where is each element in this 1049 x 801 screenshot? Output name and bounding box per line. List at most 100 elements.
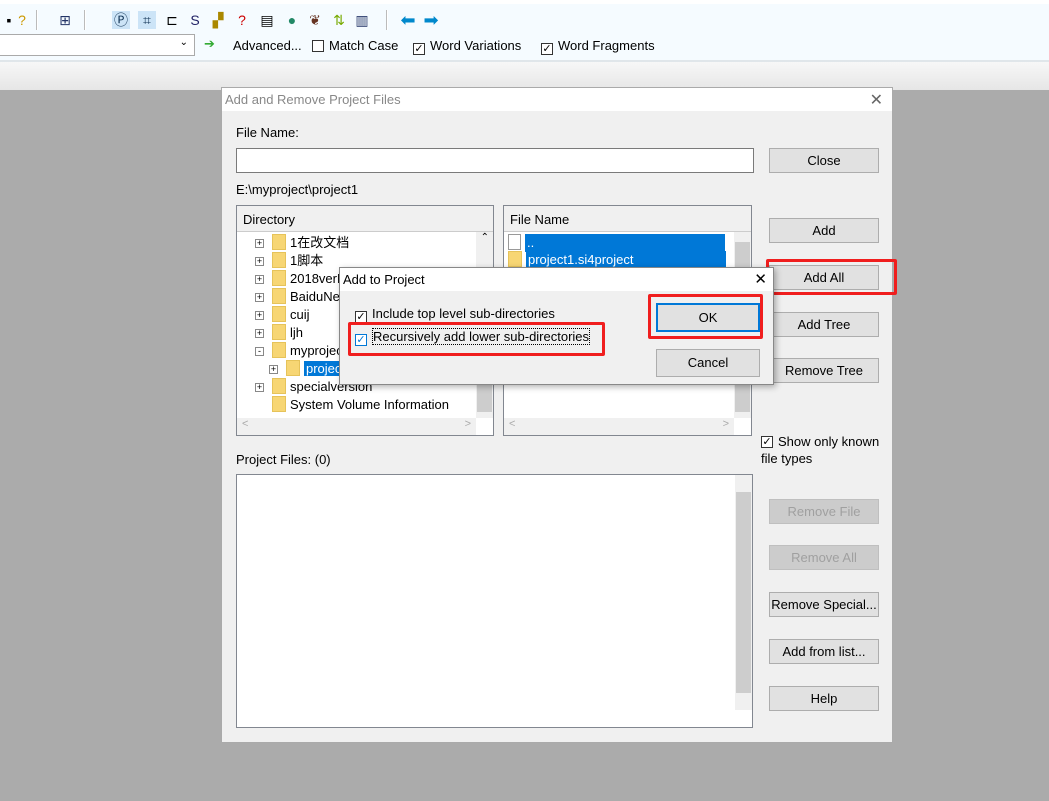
main-toolbar: ▪ ? ⊞ Ⓟ ⌗ ⊏ S ▞ ? ▤ ● ❦ ⇅ ▥ ⬅ ➡ xyxy=(0,0,1049,30)
close-button[interactable]: Close xyxy=(769,148,879,173)
tree-item-label: projec xyxy=(304,361,344,376)
expand-icon[interactable]: + xyxy=(255,383,264,392)
project-files-list[interactable] xyxy=(236,474,753,728)
globe-icon[interactable]: ● xyxy=(283,11,301,29)
tree-item[interactable]: +1脚本 xyxy=(255,252,323,270)
collapse-icon[interactable]: - xyxy=(255,347,264,356)
tree-item[interactable]: +2018verP xyxy=(255,270,346,288)
separator xyxy=(36,10,38,30)
file-icon xyxy=(508,234,521,250)
tree-item-label: 1在改文档 xyxy=(290,235,350,250)
forward-arrow-icon[interactable]: ➡ xyxy=(422,11,440,29)
tab-strip xyxy=(0,60,1049,90)
project-files-label: Project Files: (0) xyxy=(236,452,331,467)
tree-item-label: BaiduNet xyxy=(290,289,344,304)
folder-icon xyxy=(272,234,286,250)
tree-item[interactable]: System Volume Information xyxy=(255,396,449,414)
scrollbar-vertical[interactable] xyxy=(735,475,752,710)
dialog-titlebar: Add to Project ✕ xyxy=(340,268,773,291)
folder-icon xyxy=(272,378,286,394)
expand-icon[interactable]: + xyxy=(255,329,264,338)
source-icon[interactable]: S xyxy=(186,11,204,29)
remove-tree-button[interactable]: Remove Tree xyxy=(769,358,879,383)
folder-icon xyxy=(508,251,522,267)
project-icon[interactable]: Ⓟ xyxy=(112,11,130,29)
chevron-down-icon[interactable]: ⌄ xyxy=(180,37,188,48)
tree-item[interactable]: + projec xyxy=(269,360,344,378)
include-top-checkbox[interactable]: ✓ Include top level sub-directories xyxy=(355,306,555,323)
folder-icon xyxy=(272,288,286,304)
folder-icon xyxy=(272,306,286,322)
tree-item-label: System Volume Information xyxy=(290,397,449,412)
dialog-titlebar: Add and Remove Project Files ✕ xyxy=(222,88,892,111)
expand-icon[interactable]: + xyxy=(255,239,264,248)
show-known-types-checkbox[interactable]: ✓ Show only known file types xyxy=(761,433,891,467)
go-arrow-icon[interactable]: ➔ xyxy=(204,36,215,52)
folder-icon xyxy=(272,252,286,268)
folder-icon xyxy=(272,342,286,358)
close-icon[interactable]: ✕ xyxy=(870,90,883,110)
tree-item[interactable]: + BaiduNet xyxy=(255,288,343,306)
current-path: E:\myproject\project1 xyxy=(236,182,359,197)
match-case-checkbox[interactable]: Match Case xyxy=(312,38,398,53)
cancel-button[interactable]: Cancel xyxy=(656,349,760,377)
help-context-icon[interactable]: ? xyxy=(13,11,31,29)
expand-icon[interactable]: + xyxy=(255,257,264,266)
highlight-ok xyxy=(648,294,763,339)
add-button[interactable]: Add xyxy=(769,218,879,243)
close-icon[interactable]: ✕ xyxy=(754,270,767,288)
word-variations-checkbox[interactable]: ✓ Word Variations xyxy=(413,38,521,55)
folder-icon xyxy=(272,396,286,412)
add-from-list-button[interactable]: Add from list... xyxy=(769,639,879,664)
word-fragments-checkbox[interactable]: ✓ Word Fragments xyxy=(541,38,655,55)
folder-icon xyxy=(272,324,286,340)
expand-icon[interactable]: + xyxy=(255,293,264,302)
separator xyxy=(84,10,86,30)
search-combo[interactable]: ⌄ xyxy=(0,34,195,56)
help-button[interactable]: Help xyxy=(769,686,879,711)
relation-icon[interactable]: ⊏ xyxy=(163,11,181,29)
expand-icon[interactable]: + xyxy=(255,311,264,320)
highlight-add-all xyxy=(766,259,897,295)
search-toolbar: ⌄ ➔ Advanced... Match Case ✓ Word Variati… xyxy=(0,30,1049,60)
tree-item-label: 2018verP xyxy=(290,271,346,286)
keyword-icon[interactable]: ? xyxy=(233,11,251,29)
remove-special-button[interactable]: Remove Special... xyxy=(769,592,879,617)
context-icon[interactable]: ▤ xyxy=(258,11,276,29)
browse-icon[interactable]: ▞ xyxy=(209,11,227,29)
file-name-header[interactable]: File Name xyxy=(504,206,751,232)
tree-item-label: 1脚本 xyxy=(290,253,324,268)
tree-item[interactable]: + ljh xyxy=(255,324,303,342)
tree-item[interactable]: - myprojec xyxy=(255,342,343,360)
tree-item[interactable]: +1在改文档 xyxy=(255,234,349,252)
expand-icon[interactable] xyxy=(255,399,264,408)
scrollbar-horizontal[interactable]: < > xyxy=(237,418,476,435)
tree-item-label: myprojec xyxy=(290,343,343,358)
expand-icon[interactable]: + xyxy=(269,365,278,374)
tree-item-label: cuij xyxy=(290,307,310,322)
advanced-button[interactable]: Advanced... xyxy=(233,38,302,53)
add-tree-button[interactable]: Add Tree xyxy=(769,312,879,337)
scrollbar-horizontal[interactable]: < > xyxy=(504,418,734,435)
folder-icon xyxy=(272,270,286,286)
window-layout-icon[interactable]: ⊞ xyxy=(56,11,74,29)
directory-header[interactable]: Directory xyxy=(237,206,493,232)
tree-item[interactable]: + cuij xyxy=(255,306,310,324)
bird-icon[interactable]: ❦ xyxy=(306,11,324,29)
remove-file-button[interactable]: Remove File xyxy=(769,499,879,524)
folder-icon xyxy=(286,360,300,376)
back-arrow-icon[interactable]: ⬅ xyxy=(399,11,417,29)
file-name-input[interactable] xyxy=(236,148,754,173)
list-item[interactable]: .. xyxy=(508,234,725,252)
file-name-label: File Name: xyxy=(236,125,299,140)
add-remove-files-dialog: Add and Remove Project Files ✕ File Name:… xyxy=(221,87,897,743)
highlight-recursive xyxy=(348,322,605,356)
sync-icon[interactable]: ⇅ xyxy=(330,11,348,29)
remove-all-button[interactable]: Remove All xyxy=(769,545,879,570)
symbol-window-icon[interactable]: ⌗ xyxy=(138,11,156,29)
add-to-project-dialog: Add to Project ✕ ✓ Include top level sub-d… xyxy=(339,267,774,385)
tree-item-label: ljh xyxy=(290,325,304,340)
separator xyxy=(386,10,388,30)
expand-icon[interactable]: + xyxy=(255,275,264,284)
panel-icon[interactable]: ▥ xyxy=(353,11,371,29)
